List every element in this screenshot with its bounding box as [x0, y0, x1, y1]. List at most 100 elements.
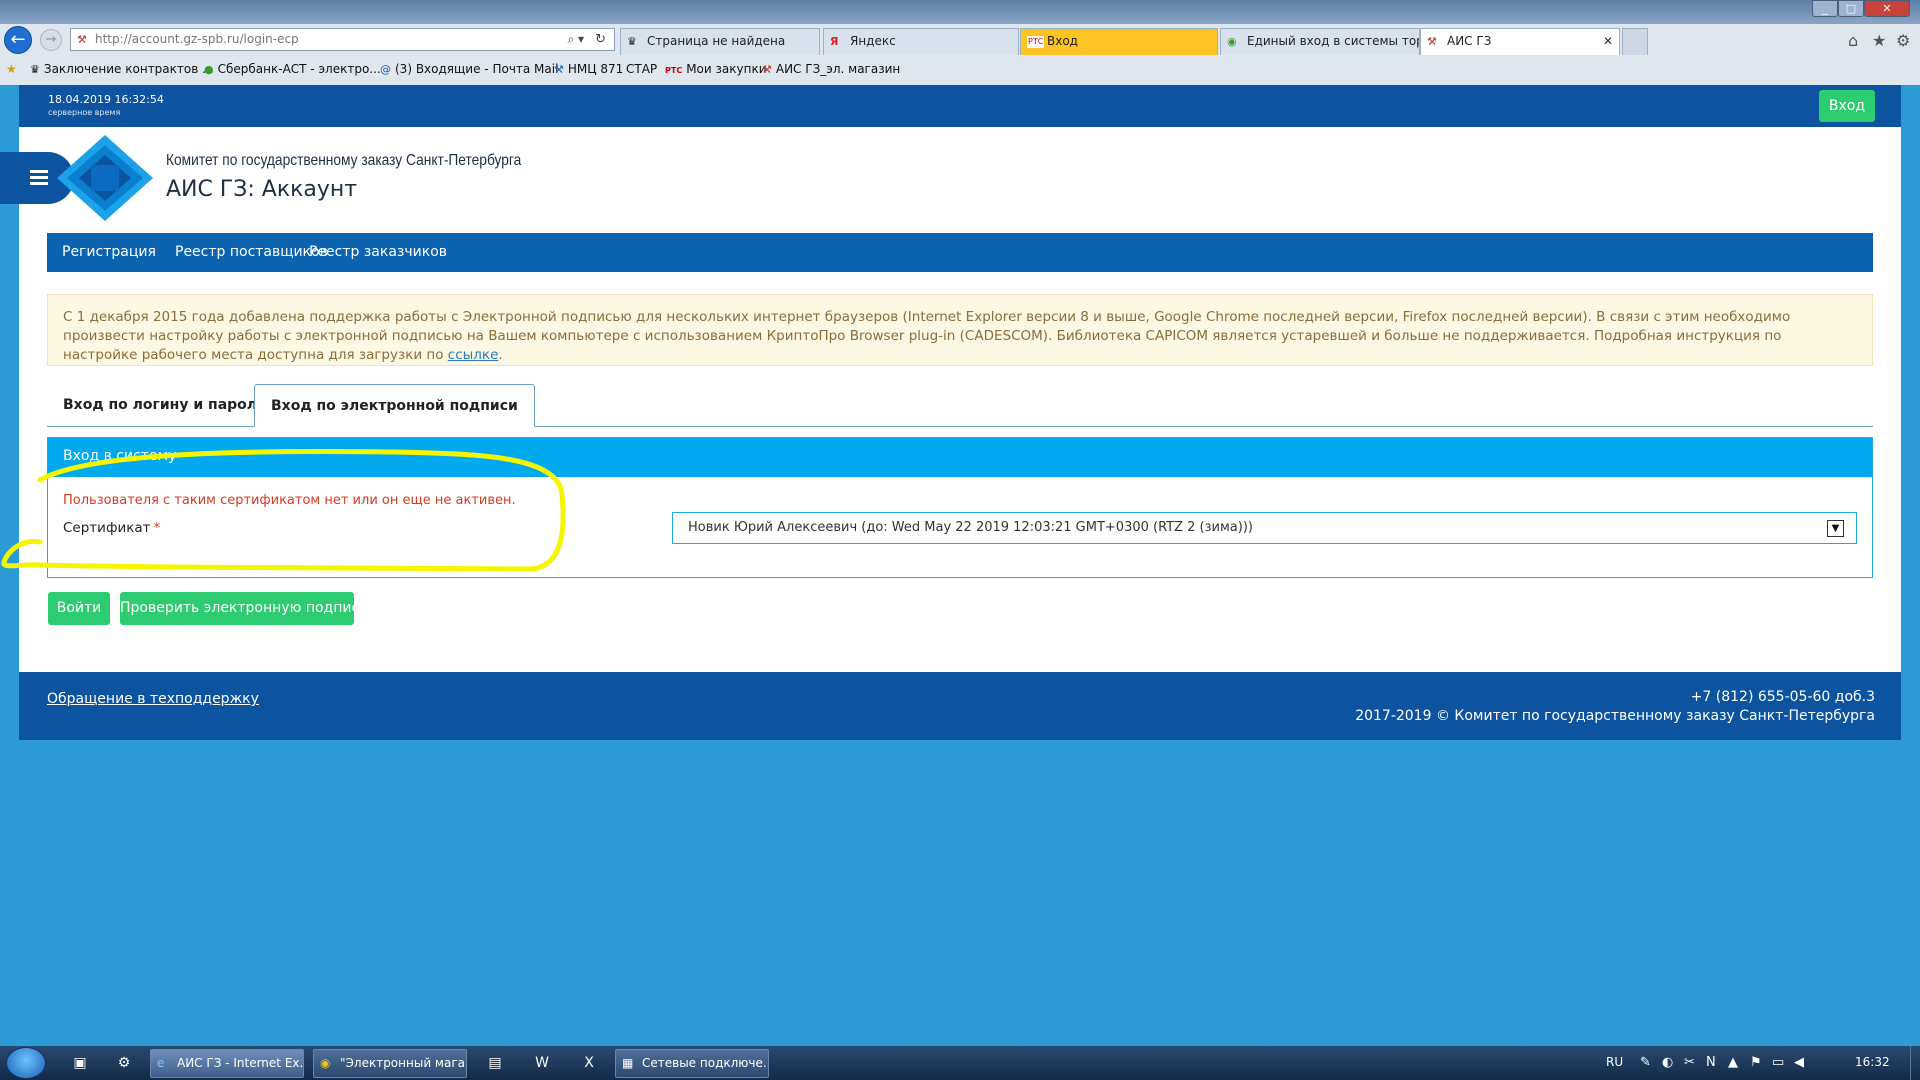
clock[interactable]: 16:32	[1855, 1055, 1890, 1069]
explorer-quicklaunch-icon[interactable]: ▣	[68, 1051, 92, 1075]
copyright: 2017-2019 © Комитет по государственному …	[1355, 708, 1875, 724]
maximize-button[interactable]: □	[1838, 0, 1864, 17]
required-mark: *	[153, 520, 161, 536]
tab-label: Яндекс	[850, 34, 896, 48]
tray-icon[interactable]: ▲	[1728, 1055, 1738, 1070]
nav-supplier-registry[interactable]: Реестр поставщиков	[175, 233, 328, 272]
certificate-select[interactable]: Новик Юрий Алексеевич (до: Wed May 22 20…	[672, 512, 1857, 544]
browser-tab[interactable]: Я Яндекс	[823, 28, 1019, 55]
taskbar: ▣ ⚙ e АИС ГЗ - Internet Ex... ◉ "Электро…	[0, 1046, 1920, 1080]
tools-icon: ⚒	[554, 63, 564, 76]
hamburger-icon-line	[30, 176, 48, 179]
top-bar: 18.04.2019 16:32:54 серверное время Вход	[19, 85, 1901, 127]
home-icon[interactable]: ⌂	[1848, 31, 1858, 50]
word-icon[interactable]: W	[530, 1051, 554, 1075]
favorites-bar: ★ ♛ Заключение контрактов ... ● Сбербанк-А…	[0, 58, 1920, 84]
error-message: Пользователя с таким сертификатом нет ил…	[63, 493, 516, 508]
favorite-label: СТАР	[626, 62, 658, 76]
favorite-label: НМЦ 871	[567, 62, 624, 76]
favorite-label: (3) Входящие - Почта Mail	[395, 62, 559, 76]
logo-icon	[57, 135, 153, 221]
sberbank-icon: ●	[204, 63, 214, 76]
task-label: Сетевые подключе...	[642, 1056, 769, 1070]
tab-label: АИС ГЗ	[1447, 34, 1492, 48]
refresh-icon[interactable]: ↻	[595, 29, 606, 50]
favorite-link[interactable]: ♛ Заключение контрактов ...	[30, 62, 214, 76]
page-title: АИС ГЗ: Аккаунт	[166, 177, 358, 202]
excel-icon[interactable]: X	[577, 1051, 601, 1075]
rts-icon: РТС	[665, 66, 683, 75]
main-nav: Регистрация Реестр поставщиков Реестр за…	[47, 233, 1873, 272]
instruction-link[interactable]: ссылке	[448, 347, 499, 363]
taskbar-item-ie[interactable]: e АИС ГЗ - Internet Ex...	[150, 1049, 304, 1078]
header-login-button[interactable]: Вход	[1819, 90, 1875, 122]
favorite-link[interactable]: @ (3) Входящие - Почта Mail	[380, 62, 558, 76]
network-tray-icon[interactable]: ▭	[1772, 1055, 1784, 1070]
server-time-label: серверное время	[48, 108, 121, 117]
chevron-down-icon[interactable]: ▼	[1827, 520, 1844, 537]
volume-icon[interactable]: ◀	[1794, 1055, 1804, 1070]
login-button[interactable]: Войти	[48, 592, 110, 625]
notice-end: .	[498, 347, 503, 363]
search-icon[interactable]: ⌕ ▾	[567, 29, 584, 50]
show-desktop-button[interactable]	[1910, 1046, 1920, 1080]
tools-icon: ⚒	[1427, 35, 1437, 48]
settings-gear-icon[interactable]: ⚙	[1896, 31, 1910, 50]
tray-icon[interactable]: ✎	[1640, 1055, 1651, 1070]
close-tab-icon[interactable]: ✕	[1603, 29, 1613, 54]
server-datetime: 18.04.2019 16:32:54	[48, 93, 164, 106]
coat-of-arms-icon: ♛	[627, 35, 637, 48]
browser-tab-active[interactable]: ⚒ АИС ГЗ ✕	[1420, 28, 1620, 55]
tray-icon[interactable]: ⚑	[1750, 1055, 1762, 1070]
login-tabs: Вход по логину и паролю Вход по электрон…	[47, 384, 1873, 427]
favorites-star-icon[interactable]: ★	[6, 62, 17, 76]
tray-icon[interactable]: N	[1706, 1055, 1716, 1070]
address-bar[interactable]: ⚒ http://account.gz-spb.ru/login-ecp ⌕ ▾…	[70, 28, 615, 51]
browser-tab[interactable]: ♛ Страница не найдена	[620, 28, 820, 55]
start-button[interactable]	[6, 1047, 46, 1079]
favorite-link[interactable]: ● Сбербанк-АСТ - электро...	[204, 62, 381, 76]
run-quicklaunch-icon[interactable]: ⚙	[112, 1051, 136, 1075]
favorite-link[interactable]: ⚒ АИС ГЗ_эл. магазин	[762, 62, 900, 76]
hamburger-icon	[30, 170, 48, 173]
taskbar-item-chrome[interactable]: ◉ "Электронный мага...	[313, 1049, 467, 1078]
panel-title: Вход в систему	[48, 438, 1872, 477]
close-window-button[interactable]: ✕	[1864, 0, 1910, 17]
nav-registration[interactable]: Регистрация	[62, 233, 156, 272]
footer: Обращение в техподдержку +7 (812) 655-05…	[19, 672, 1901, 740]
favorite-link[interactable]: ⚒ НМЦ 871	[554, 62, 623, 76]
favorite-link[interactable]: РТС Мои закупки	[665, 62, 767, 76]
certificate-label: Сертификат *	[63, 520, 160, 536]
network-icon: ▦	[622, 1056, 634, 1070]
favorites-star-icon[interactable]: ★	[1872, 31, 1886, 50]
forward-button[interactable]: →	[40, 29, 62, 51]
organization-name: Комитет по государственному заказу Санкт…	[166, 152, 522, 169]
rts-icon: РТС	[1027, 36, 1045, 48]
back-button[interactable]: ←	[4, 26, 32, 54]
support-link[interactable]: Обращение в техподдержку	[47, 691, 259, 707]
favorite-label: Мои закупки	[686, 62, 767, 76]
taskbar-item-network[interactable]: ▦ Сетевые подключе...	[615, 1049, 769, 1078]
folder-icon[interactable]: ▤	[483, 1051, 507, 1075]
task-label: "Электронный мага...	[340, 1056, 467, 1070]
certificate-value: Новик Юрий Алексеевич (до: Wed May 22 20…	[688, 520, 1253, 535]
nav-customer-registry[interactable]: Реестр заказчиков	[309, 233, 447, 272]
tab-login-password[interactable]: Вход по логину и паролю	[47, 384, 287, 427]
ie-icon: e	[157, 1056, 165, 1070]
notice-text: С 1 декабря 2015 года добавлена поддержк…	[63, 309, 1791, 363]
tray-icon[interactable]: ◐	[1662, 1055, 1673, 1070]
favorite-link[interactable]: СТАР	[626, 62, 657, 76]
favorite-label: Заключение контрактов ...	[43, 62, 214, 76]
minimize-button[interactable]: _	[1812, 0, 1838, 17]
check-signature-button[interactable]: Проверить электронную подпись	[120, 592, 367, 625]
globe-icon: ◉	[1227, 35, 1237, 48]
tab-label: Единый вход в системы торго...	[1247, 34, 1419, 48]
tab-login-ecp[interactable]: Вход по электронной подписи	[254, 384, 535, 427]
tray-icon[interactable]: ✂	[1684, 1055, 1695, 1070]
browser-tab[interactable]: ◉ Единый вход в системы торго...	[1220, 28, 1420, 55]
new-tab-button[interactable]	[1622, 28, 1648, 55]
browser-tab[interactable]: РТС Вход	[1020, 28, 1218, 55]
address-url: http://account.gz-spb.ru/login-ecp	[95, 32, 299, 46]
language-indicator[interactable]: RU	[1606, 1055, 1623, 1069]
hamburger-icon-line	[30, 182, 48, 185]
